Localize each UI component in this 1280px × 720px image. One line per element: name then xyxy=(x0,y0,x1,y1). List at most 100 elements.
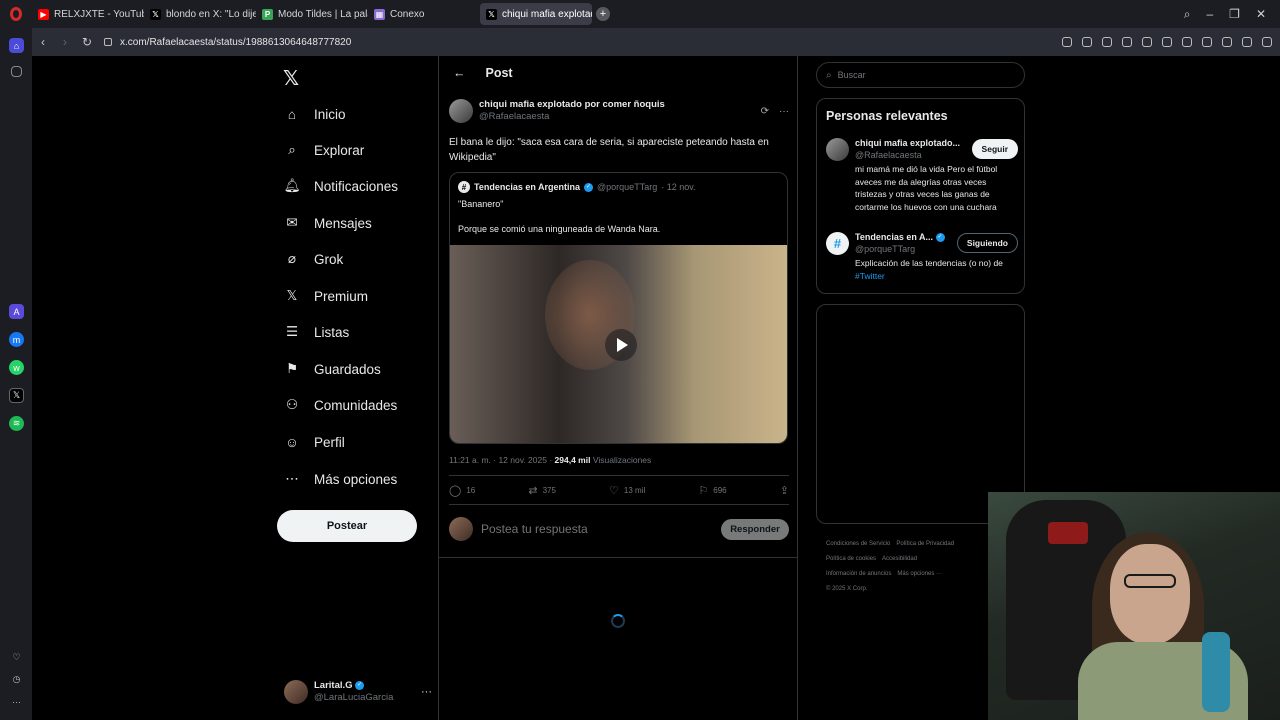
window-controls: ⌕ – ❐ ✕ xyxy=(1184,0,1280,28)
footer-link[interactable]: Más opciones ··· xyxy=(897,571,942,577)
quoted-post[interactable]: # Tendencias en Argentina ✓ @porqueTTarg… xyxy=(449,172,788,444)
follow-button[interactable]: Seguir xyxy=(971,139,1018,159)
avatar[interactable] xyxy=(826,137,849,161)
star-icon[interactable] xyxy=(11,66,22,77)
repost-count: 375 xyxy=(542,486,556,495)
zoom-icon[interactable] xyxy=(1062,37,1072,47)
nav-item-comunidades[interactable]: ⚇ Comunidades xyxy=(284,391,397,419)
footer-link[interactable]: Accesibilidad xyxy=(882,556,917,562)
view-count: 294,4 mil xyxy=(554,455,591,465)
account-switcher[interactable]: Larital.G ✓ @LaraLuciaGarcia ··· xyxy=(284,678,432,706)
nav-item-mensajes[interactable]: ✉ Mensajes xyxy=(284,209,372,237)
avatar xyxy=(449,517,473,541)
profile-icon[interactable] xyxy=(1222,37,1232,47)
aria-icon[interactable] xyxy=(1242,37,1252,47)
nav-item-listas[interactable]: ☰ Listas xyxy=(284,318,349,346)
chair-logo xyxy=(1048,522,1088,544)
nav-item-perfil[interactable]: ☺ Perfil xyxy=(284,428,345,456)
aria-sidebar-icon[interactable]: A xyxy=(9,304,24,319)
person-name[interactable]: Tendencias en A... xyxy=(855,232,933,242)
opera-logo-icon[interactable] xyxy=(0,0,32,28)
bookmark-button[interactable]: ⚐ 696 xyxy=(698,484,726,497)
tab-modo-tildes[interactable]: P Modo Tildes | La palabra del xyxy=(256,3,368,25)
home-sidebar-icon[interactable]: ⌂ xyxy=(9,38,24,53)
shield-icon[interactable] xyxy=(1122,37,1132,47)
like-button[interactable]: ♡ 13 mil xyxy=(609,484,645,497)
video-player[interactable] xyxy=(450,245,787,443)
tab-conexo[interactable]: ▦ Conexo xyxy=(368,3,480,25)
nav-label: Notificaciones xyxy=(314,178,399,194)
mail-icon: ✉ xyxy=(286,215,298,230)
avatar[interactable] xyxy=(449,99,473,123)
send-icon[interactable] xyxy=(1142,37,1152,47)
close-icon[interactable]: ✕ xyxy=(1256,7,1266,21)
edit-icon[interactable] xyxy=(1082,37,1092,47)
nav-item-grok[interactable]: ⌀ Grok xyxy=(284,245,343,273)
author-name[interactable]: chiqui mafia explotado por comer ñoquis xyxy=(479,99,665,111)
heart-sidebar-icon[interactable]: ♡ xyxy=(9,650,24,665)
download-icon[interactable] xyxy=(1182,37,1192,47)
footer-link[interactable]: Condiciones de Servicio xyxy=(826,541,890,547)
postear-button[interactable]: Postear xyxy=(277,510,417,542)
reload-icon[interactable]: ↻ xyxy=(76,35,98,49)
history-icon[interactable]: ◷ xyxy=(9,672,24,687)
footer-link[interactable]: Política de Privacidad xyxy=(896,541,954,547)
footer-link[interactable]: Información de anuncios xyxy=(826,571,891,577)
play-button[interactable] xyxy=(605,329,637,361)
nav-item-guardados[interactable]: ⚑ Guardados xyxy=(284,355,381,383)
relevant-person: chiqui mafia explotado... @Rafaelacaesta… xyxy=(826,137,1018,213)
nav-item-notificaciones[interactable]: 🔔︎ Notificaciones xyxy=(283,172,399,200)
url-field[interactable]: x.com/Rafaelacaesta/status/1988613064648… xyxy=(104,37,351,48)
nav-item-explorar[interactable]: ⌕ Explorar xyxy=(284,136,364,164)
search-input[interactable] xyxy=(837,70,1008,80)
person-name[interactable]: chiqui mafia explotado... xyxy=(855,137,963,149)
post-timestamp[interactable]: 11:21 a. m. · 12 nov. 2025 · xyxy=(449,455,552,465)
search-box[interactable]: ⌕ xyxy=(816,62,1025,88)
person-handle[interactable]: @Rafaelacaesta xyxy=(855,149,963,161)
back-arrow-icon[interactable]: ← xyxy=(453,66,466,80)
author-handle[interactable]: @Rafaelacaesta xyxy=(479,111,665,123)
menu-icon[interactable] xyxy=(1202,37,1212,47)
hashtag-avatar-icon[interactable]: # xyxy=(826,231,849,255)
nav-label: Mensajes xyxy=(314,215,372,231)
forward-icon[interactable]: › xyxy=(54,35,76,49)
messenger-icon[interactable]: m xyxy=(9,332,24,347)
bio-text: Explicación de las tendencias (o no) de xyxy=(855,258,1003,268)
nav-item-inicio[interactable]: ⌂ Inicio xyxy=(284,100,346,128)
reply-input[interactable] xyxy=(481,522,713,536)
nav-item-mas-opciones[interactable]: ⋯ Más opciones xyxy=(284,465,397,493)
browser-tab-bar: ▶ RELXJXTE - YouTube 𝕏 blondo en X: "Lo … xyxy=(0,0,1280,28)
whatsapp-icon[interactable]: w xyxy=(9,360,24,375)
grok-explain-icon[interactable]: ⟳ xyxy=(761,106,769,117)
responder-button[interactable]: Responder xyxy=(721,518,789,540)
back-icon[interactable]: ‹ xyxy=(32,35,54,49)
tab-active-post[interactable]: 𝕏 chiqui mafia explotado por xyxy=(480,3,592,25)
footer-link[interactable]: Política de cookies xyxy=(826,556,876,562)
following-button[interactable]: Siguiendo xyxy=(956,233,1018,253)
new-tab-button[interactable]: + xyxy=(596,7,610,21)
tab-blondo[interactable]: 𝕏 blondo en X: "Lo dije adiv xyxy=(144,3,256,25)
hashtag-link[interactable]: #Twitter xyxy=(855,271,885,281)
grok-icon: ⌀ xyxy=(287,251,297,266)
maximize-icon[interactable]: ❐ xyxy=(1229,7,1240,21)
more-icon[interactable]: ··· xyxy=(421,686,432,698)
search-tabs-icon[interactable]: ⌕ xyxy=(1184,7,1191,22)
minimize-icon[interactable]: – xyxy=(1206,7,1213,21)
camera-icon[interactable] xyxy=(1102,37,1112,47)
repost-button[interactable]: ⇄ 375 xyxy=(528,484,556,497)
address-bar: ‹ › ↻ x.com/Rafaelacaesta/status/1988613… xyxy=(32,28,1280,56)
nav-item-premium[interactable]: 𝕏 Premium xyxy=(284,282,368,310)
x-logo-icon[interactable]: 𝕏 xyxy=(283,66,299,91)
more-sidebar-icon[interactable]: ··· xyxy=(9,694,24,709)
tab-youtube[interactable]: ▶ RELXJXTE - YouTube xyxy=(32,3,144,25)
post-header: ← Post xyxy=(453,66,513,80)
heart-icon[interactable] xyxy=(1162,37,1172,47)
spotify-icon[interactable]: ≋ xyxy=(9,416,24,431)
x-sidebar-icon[interactable]: 𝕏 xyxy=(9,388,24,403)
more-icon[interactable]: ··· xyxy=(779,106,789,117)
reply-button[interactable]: ◯ 16 xyxy=(449,484,475,497)
extensions-icon[interactable] xyxy=(1262,37,1272,47)
tab-title: Modo Tildes | La palabra del xyxy=(278,8,368,20)
share-button[interactable]: ⇪ xyxy=(780,484,789,497)
person-handle[interactable]: @porqueTTarg xyxy=(855,243,951,255)
